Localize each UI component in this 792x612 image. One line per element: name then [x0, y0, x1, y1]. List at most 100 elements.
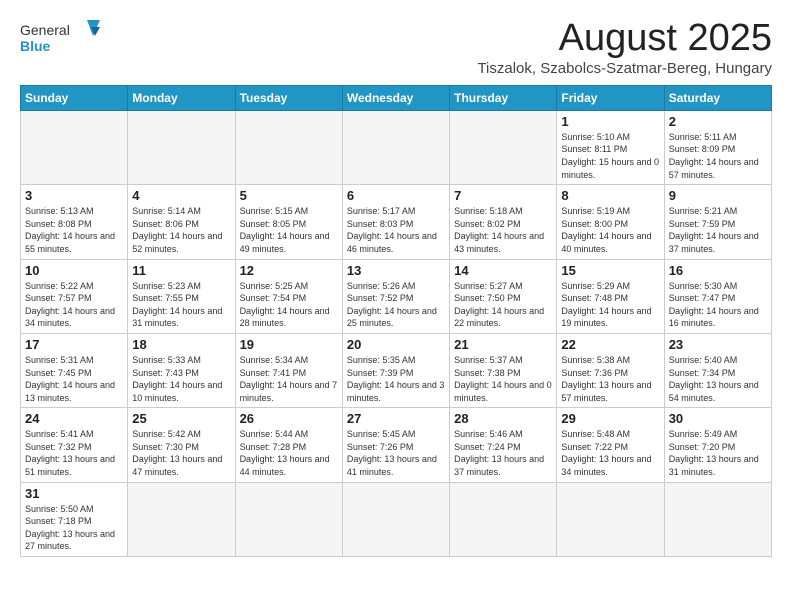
calendar-cell: 23 Sunrise: 5:40 AM Sunset: 7:34 PM Dayli…: [664, 333, 771, 407]
day-info: Sunrise: 5:19 AM Sunset: 8:00 PM Dayligh…: [561, 205, 659, 255]
calendar-cell: 6 Sunrise: 5:17 AM Sunset: 8:03 PM Daylig…: [342, 185, 449, 259]
day-info: Sunrise: 5:46 AM Sunset: 7:24 PM Dayligh…: [454, 428, 552, 478]
calendar-cell: [557, 482, 664, 556]
day-info: Sunrise: 5:23 AM Sunset: 7:55 PM Dayligh…: [132, 280, 230, 330]
header-saturday: Saturday: [664, 85, 771, 110]
page: General Blue August 2025 Tiszalok, Szabo…: [0, 0, 792, 567]
day-number: 21: [454, 337, 552, 352]
calendar-cell: 25Sunrise: 5:42 AM Sunset: 7:30 PM Dayli…: [128, 408, 235, 482]
calendar-cell: 2Sunrise: 5:11 AM Sunset: 8:09 PM Daylig…: [664, 110, 771, 184]
calendar-cell: 16 Sunrise: 5:30 AM Sunset: 7:47 PM Dayli…: [664, 259, 771, 333]
calendar-cell: 19Sunrise: 5:34 AM Sunset: 7:41 PM Dayli…: [235, 333, 342, 407]
day-info: Sunrise: 5:21 AM Sunset: 7:59 PM Dayligh…: [669, 205, 767, 255]
day-info: Sunrise: 5:30 AM Sunset: 7:47 PM Dayligh…: [669, 280, 767, 330]
calendar-cell: 4Sunrise: 5:14 AM Sunset: 8:06 PM Daylig…: [128, 185, 235, 259]
calendar-cell: 9 Sunrise: 5:21 AM Sunset: 7:59 PM Daylig…: [664, 185, 771, 259]
calendar-cell: 11Sunrise: 5:23 AM Sunset: 7:55 PM Dayli…: [128, 259, 235, 333]
day-info: Sunrise: 5:44 AM Sunset: 7:28 PM Dayligh…: [240, 428, 338, 478]
day-info: Sunrise: 5:10 AM Sunset: 8:11 PM Dayligh…: [561, 131, 659, 181]
day-number: 18: [132, 337, 230, 352]
calendar-subtitle: Tiszalok, Szabolcs-Szatmar-Bereg, Hungar…: [477, 60, 772, 77]
day-info: Sunrise: 5:40 AM Sunset: 7:34 PM Dayligh…: [669, 354, 767, 404]
title-block: August 2025 Tiszalok, Szabolcs-Szatmar-B…: [477, 18, 772, 77]
header-thursday: Thursday: [450, 85, 557, 110]
day-number: 15: [561, 263, 659, 278]
day-number: 25: [132, 411, 230, 426]
calendar-title: August 2025: [477, 18, 772, 60]
day-number: 7: [454, 188, 552, 203]
logo: General Blue: [20, 18, 100, 58]
calendar-cell: 22 Sunrise: 5:38 AM Sunset: 7:36 PM Dayli…: [557, 333, 664, 407]
header-monday: Monday: [128, 85, 235, 110]
day-number: 16: [669, 263, 767, 278]
calendar-cell: 7 Sunrise: 5:18 AM Sunset: 8:02 PM Daylig…: [450, 185, 557, 259]
day-info: Sunrise: 5:11 AM Sunset: 8:09 PM Dayligh…: [669, 131, 767, 181]
calendar-cell: [664, 482, 771, 556]
day-info: Sunrise: 5:29 AM Sunset: 7:48 PM Dayligh…: [561, 280, 659, 330]
day-number: 20: [347, 337, 445, 352]
day-info: Sunrise: 5:22 AM Sunset: 7:57 PM Dayligh…: [25, 280, 123, 330]
day-info: Sunrise: 5:26 AM Sunset: 7:52 PM Dayligh…: [347, 280, 445, 330]
header-wednesday: Wednesday: [342, 85, 449, 110]
day-info: Sunrise: 5:33 AM Sunset: 7:43 PM Dayligh…: [132, 354, 230, 404]
day-info: Sunrise: 5:31 AM Sunset: 7:45 PM Dayligh…: [25, 354, 123, 404]
day-number: 30: [669, 411, 767, 426]
calendar-cell: 31Sunrise: 5:50 AM Sunset: 7:18 PM Dayli…: [21, 482, 128, 556]
day-number: 6: [347, 188, 445, 203]
day-number: 29: [561, 411, 659, 426]
svg-text:Blue: Blue: [20, 38, 51, 54]
day-info: Sunrise: 5:50 AM Sunset: 7:18 PM Dayligh…: [25, 503, 123, 553]
day-info: Sunrise: 5:18 AM Sunset: 8:02 PM Dayligh…: [454, 205, 552, 255]
day-number: 5: [240, 188, 338, 203]
calendar-cell: 26 Sunrise: 5:44 AM Sunset: 7:28 PM Dayli…: [235, 408, 342, 482]
day-info: Sunrise: 5:34 AM Sunset: 7:41 PM Dayligh…: [240, 354, 338, 404]
calendar-cell: [128, 110, 235, 184]
day-number: 8: [561, 188, 659, 203]
logo-svg: General Blue: [20, 18, 100, 58]
day-info: Sunrise: 5:27 AM Sunset: 7:50 PM Dayligh…: [454, 280, 552, 330]
day-info: Sunrise: 5:17 AM Sunset: 8:03 PM Dayligh…: [347, 205, 445, 255]
calendar-cell: 14 Sunrise: 5:27 AM Sunset: 7:50 PM Dayli…: [450, 259, 557, 333]
calendar-table: Sunday Monday Tuesday Wednesday Thursday…: [20, 85, 772, 557]
day-info: Sunrise: 5:38 AM Sunset: 7:36 PM Dayligh…: [561, 354, 659, 404]
calendar-cell: 12 Sunrise: 5:25 AM Sunset: 7:54 PM Dayli…: [235, 259, 342, 333]
weekday-header-row: Sunday Monday Tuesday Wednesday Thursday…: [21, 85, 772, 110]
header-friday: Friday: [557, 85, 664, 110]
calendar-cell: [450, 110, 557, 184]
calendar-cell: 10 Sunrise: 5:22 AM Sunset: 7:57 PM Dayli…: [21, 259, 128, 333]
day-number: 1: [561, 114, 659, 129]
calendar-cell: 24Sunrise: 5:41 AM Sunset: 7:32 PM Dayli…: [21, 408, 128, 482]
calendar-cell: 3 Sunrise: 5:13 AM Sunset: 8:08 PM Daylig…: [21, 185, 128, 259]
day-number: 17: [25, 337, 123, 352]
day-info: Sunrise: 5:41 AM Sunset: 7:32 PM Dayligh…: [25, 428, 123, 478]
day-number: 3: [25, 188, 123, 203]
calendar-cell: 28Sunrise: 5:46 AM Sunset: 7:24 PM Dayli…: [450, 408, 557, 482]
calendar-cell: [342, 482, 449, 556]
day-number: 12: [240, 263, 338, 278]
day-info: Sunrise: 5:48 AM Sunset: 7:22 PM Dayligh…: [561, 428, 659, 478]
calendar-cell: [128, 482, 235, 556]
day-info: Sunrise: 5:35 AM Sunset: 7:39 PM Dayligh…: [347, 354, 445, 404]
header-sunday: Sunday: [21, 85, 128, 110]
day-info: Sunrise: 5:25 AM Sunset: 7:54 PM Dayligh…: [240, 280, 338, 330]
calendar-cell: 15 Sunrise: 5:29 AM Sunset: 7:48 PM Dayli…: [557, 259, 664, 333]
calendar-cell: [342, 110, 449, 184]
day-number: 26: [240, 411, 338, 426]
day-info: Sunrise: 5:13 AM Sunset: 8:08 PM Dayligh…: [25, 205, 123, 255]
day-number: 22: [561, 337, 659, 352]
calendar-cell: 17 Sunrise: 5:31 AM Sunset: 7:45 PM Dayli…: [21, 333, 128, 407]
day-number: 23: [669, 337, 767, 352]
day-number: 27: [347, 411, 445, 426]
svg-text:General: General: [20, 22, 70, 38]
day-info: Sunrise: 5:37 AM Sunset: 7:38 PM Dayligh…: [454, 354, 552, 404]
day-number: 14: [454, 263, 552, 278]
day-number: 10: [25, 263, 123, 278]
day-number: 9: [669, 188, 767, 203]
calendar-cell: 21 Sunrise: 5:37 AM Sunset: 7:38 PM Dayli…: [450, 333, 557, 407]
calendar-cell: 20 Sunrise: 5:35 AM Sunset: 7:39 PM Dayli…: [342, 333, 449, 407]
day-number: 4: [132, 188, 230, 203]
calendar-cell: [450, 482, 557, 556]
calendar-cell: 1 Sunrise: 5:10 AM Sunset: 8:11 PM Daylig…: [557, 110, 664, 184]
calendar-cell: [235, 110, 342, 184]
calendar-cell: 30Sunrise: 5:49 AM Sunset: 7:20 PM Dayli…: [664, 408, 771, 482]
